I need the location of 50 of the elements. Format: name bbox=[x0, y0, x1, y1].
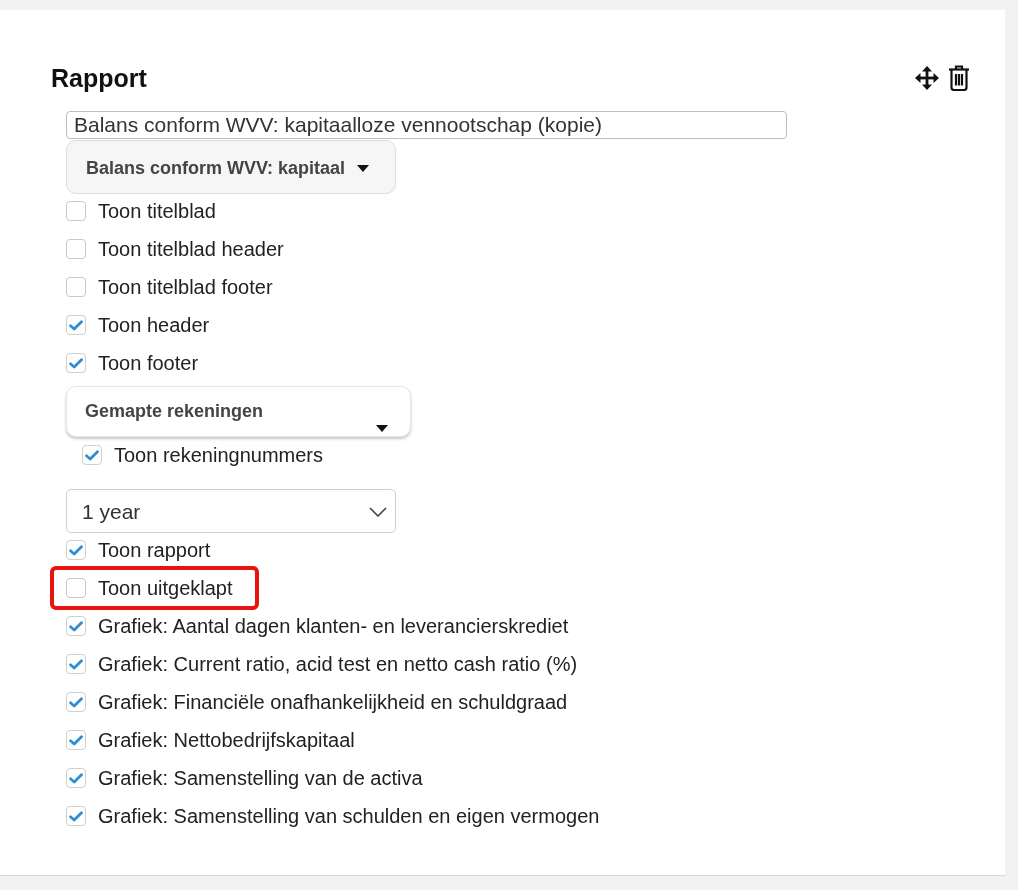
checkbox[interactable] bbox=[66, 768, 86, 788]
checkbox[interactable] bbox=[66, 730, 86, 750]
checkmark-icon bbox=[69, 357, 83, 369]
period-select[interactable]: 1 year bbox=[66, 489, 396, 533]
checkbox-label[interactable]: Grafiek: Current ratio, acid test en netto cash ratio (%) bbox=[98, 652, 578, 676]
checkmark-icon bbox=[69, 696, 83, 708]
checkbox-label[interactable]: Toon titelblad footer bbox=[98, 275, 273, 299]
checkbox-label[interactable]: Grafiek: Nettobedrijfskapitaal bbox=[98, 728, 355, 752]
checkbox-label[interactable]: Toon footer bbox=[98, 351, 199, 375]
checkbox-label[interactable]: Toon rekeningnummers bbox=[114, 443, 323, 467]
checkbox[interactable] bbox=[66, 277, 86, 297]
checkmark-icon bbox=[69, 734, 83, 746]
checkbox-label[interactable]: Grafiek: Samenstelling van de activa bbox=[98, 766, 423, 790]
checkbox[interactable] bbox=[66, 201, 86, 221]
chevron-down-icon bbox=[369, 507, 387, 517]
checkbox[interactable] bbox=[66, 353, 86, 373]
template-dropdown[interactable]: Balans conform WVV: kapitaal bbox=[66, 140, 396, 194]
checkbox[interactable] bbox=[66, 806, 86, 826]
checkbox[interactable] bbox=[66, 540, 86, 560]
checkbox[interactable] bbox=[66, 239, 86, 259]
checkmark-icon bbox=[69, 658, 83, 670]
panel-title: Rapport bbox=[51, 63, 147, 93]
checkbox-label[interactable]: Toon uitgeklapt bbox=[98, 576, 233, 600]
caret-icon bbox=[376, 425, 388, 432]
trash-icon bbox=[948, 65, 970, 91]
checkmark-icon bbox=[69, 544, 83, 556]
section-dropdown[interactable]: Gemapte rekeningen bbox=[66, 386, 411, 437]
checkbox[interactable] bbox=[66, 616, 86, 636]
checkbox-label[interactable]: Toon rapport bbox=[98, 538, 211, 562]
checkbox[interactable] bbox=[66, 692, 86, 712]
checkbox[interactable] bbox=[66, 654, 86, 674]
checkbox[interactable] bbox=[82, 445, 102, 465]
report-name-field[interactable]: Balans conform WVV: kapitaalloze vennootschap (kopie) bbox=[66, 111, 787, 139]
checkbox[interactable] bbox=[66, 578, 86, 598]
checkbox-label[interactable]: Toon titelblad header bbox=[98, 237, 284, 261]
move-icon bbox=[915, 66, 939, 90]
checkbox-label[interactable]: Toon titelblad bbox=[98, 199, 216, 223]
checkmark-icon bbox=[85, 449, 99, 461]
checkbox-label[interactable]: Grafiek: Aantal dagen klanten- en leverancierskrediet bbox=[98, 614, 569, 638]
caret-icon bbox=[357, 164, 370, 172]
checkmark-icon bbox=[69, 620, 83, 632]
checkbox-label[interactable]: Toon header bbox=[98, 313, 210, 337]
checkmark-icon bbox=[69, 810, 83, 822]
checkbox[interactable] bbox=[66, 315, 86, 335]
delete-button[interactable] bbox=[948, 65, 970, 91]
checkmark-icon bbox=[69, 772, 83, 784]
checkbox-label[interactable]: Grafiek: Financiële onafhankelijkheid en schuldgraad bbox=[98, 690, 568, 714]
move-button[interactable] bbox=[915, 66, 939, 90]
checkbox-label[interactable]: Grafiek: Samenstelling van schulden en eigen vermogen bbox=[98, 804, 600, 828]
checkmark-icon bbox=[69, 319, 83, 331]
